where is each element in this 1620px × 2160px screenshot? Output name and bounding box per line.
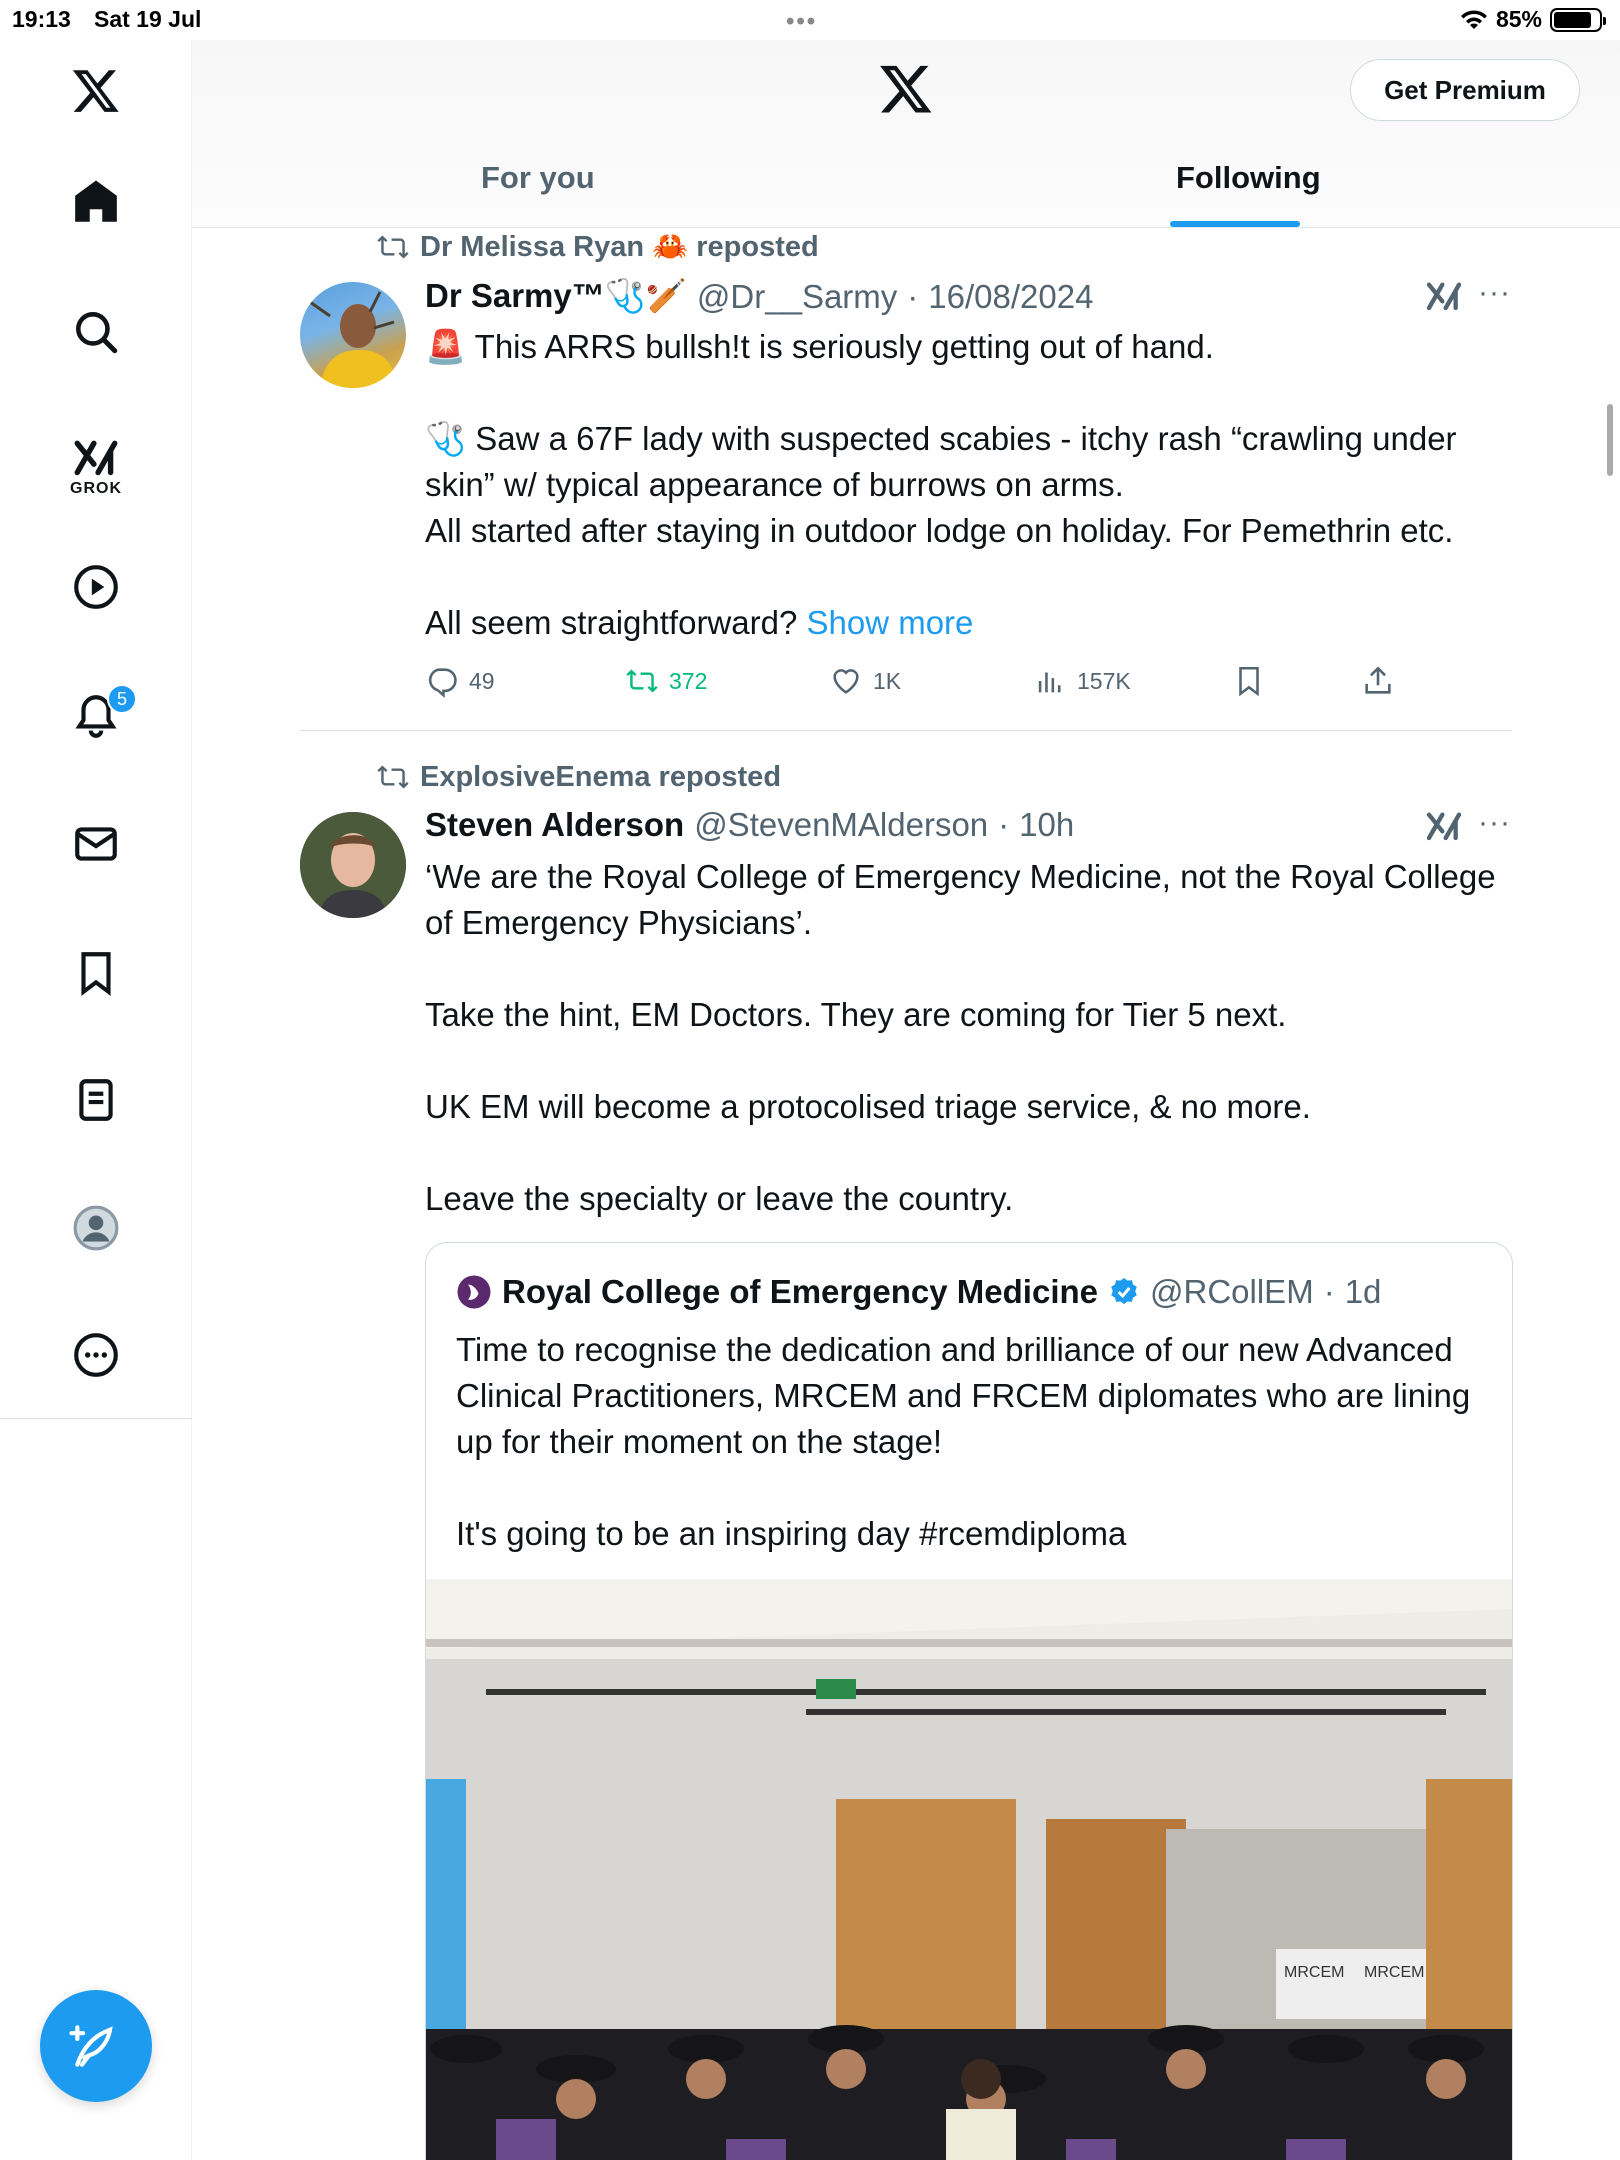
like-count: 1K	[873, 667, 902, 694]
repost-indicator[interactable]: Dr Melissa Ryan 🦀 reposted	[376, 230, 819, 264]
reply-icon	[428, 668, 457, 698]
repost-icon	[377, 765, 409, 789]
grok-icon[interactable]	[1424, 278, 1464, 318]
notification-badge: 5	[107, 684, 137, 714]
status-date: Sat 19 Jul	[94, 6, 202, 32]
compose-post-button[interactable]	[40, 1990, 152, 2102]
post-date[interactable]: 10h	[1019, 806, 1074, 844]
repost-text: ExplosiveEnema reposted	[420, 760, 782, 793]
bookmarks-icon[interactable]	[56, 933, 136, 1013]
dot-separator: ·	[998, 806, 1010, 843]
quote-author-handle[interactable]: @RCollEM	[1150, 1273, 1314, 1311]
post-divider	[300, 730, 1512, 731]
tab-following[interactable]: Following	[1176, 160, 1321, 196]
scrollbar[interactable]	[1607, 404, 1613, 476]
verified-badge-icon	[1111, 1278, 1137, 1305]
avatar[interactable]	[300, 812, 406, 918]
author-handle[interactable]: @Dr__Sarmy	[697, 278, 897, 316]
repost-icon	[626, 669, 658, 693]
home-icon[interactable]	[56, 162, 136, 242]
messages-icon[interactable]	[56, 804, 136, 884]
tab-for-you[interactable]: For you	[481, 160, 595, 196]
top-bar: Get Premium For you Following	[192, 40, 1620, 228]
dot-separator: ·	[1323, 1273, 1335, 1310]
video-icon[interactable]	[56, 547, 136, 627]
views-icon	[1038, 672, 1061, 693]
avatar[interactable]	[300, 282, 406, 388]
bookmark-icon	[1239, 666, 1259, 697]
compose-feather-icon	[69, 2025, 113, 2067]
views-button[interactable]: 157K	[1033, 664, 1131, 698]
search-icon[interactable]	[56, 292, 136, 372]
wifi-icon	[1460, 9, 1487, 29]
views-count: 157K	[1077, 667, 1131, 694]
battery-icon	[1550, 7, 1606, 32]
lists-icon[interactable]	[56, 1060, 136, 1140]
profile-icon[interactable]	[56, 1188, 136, 1268]
post-text: ‘We are the Royal College of Emergency M…	[425, 858, 1496, 1217]
grok-label: GROK	[70, 480, 122, 497]
x-logo-icon[interactable]	[878, 60, 934, 116]
like-button[interactable]: 1K	[829, 664, 901, 698]
bookmark-button[interactable]	[1232, 664, 1266, 698]
repost-count: 372	[669, 667, 708, 694]
share-icon	[1365, 666, 1391, 694]
get-premium-button[interactable]: Get Premium	[1350, 59, 1580, 121]
quote-date: 1d	[1344, 1273, 1382, 1310]
active-tab-indicator	[1170, 221, 1300, 227]
sidebar: GROK 5	[0, 40, 192, 1420]
multitasking-dots[interactable]: •••	[786, 8, 817, 36]
x-logo-icon[interactable]	[56, 50, 136, 130]
author-name[interactable]: Dr Sarmy™🩺🏏	[425, 277, 687, 316]
quote-header: Royal College of Emergency Medicine @RCo…	[456, 1273, 1381, 1311]
more-options-icon[interactable]	[56, 1315, 136, 1395]
reply-button[interactable]: 49	[425, 664, 495, 698]
status-time: 19:13	[12, 6, 71, 32]
show-more-link[interactable]: Show more	[806, 604, 973, 641]
heart-icon	[833, 669, 859, 694]
reply-count: 49	[469, 667, 495, 694]
author-handle[interactable]: @StevenMAlderson	[694, 806, 988, 844]
quoted-post[interactable]: Royal College of Emergency Medicine @RCo…	[425, 1242, 1513, 2160]
author-name[interactable]: Steven Alderson	[425, 806, 684, 844]
post-header: Steven Alderson @StevenMAlderson · 10h	[425, 806, 1074, 844]
repost-indicator[interactable]: ExplosiveEnema reposted	[376, 760, 781, 794]
quote-author-name[interactable]: Royal College of Emergency Medicine	[502, 1273, 1098, 1311]
repost-button[interactable]: 372	[625, 664, 707, 698]
status-bar: 19:13 Sat 19 Jul ••• 85%	[0, 0, 1620, 40]
image-sign-text: MRCEM	[1284, 1964, 1344, 1981]
image-sign-text: MRCEM	[1364, 1964, 1424, 1981]
rcem-logo-icon	[457, 1275, 491, 1309]
repost-text: Dr Melissa Ryan 🦀 reposted	[420, 231, 819, 263]
graduation-photo[interactable]: MRCEM MRCEM	[426, 1579, 1513, 2160]
post-body: 🚨 This ARRS bullsh!t is seriously gettin…	[425, 324, 1515, 646]
sidebar-divider	[0, 1418, 192, 1419]
post-actions: 49 372 1K 157K	[425, 664, 1515, 702]
quote-text: Time to recognise the dedication and bri…	[456, 1331, 1471, 1552]
more-icon[interactable]: ···	[1478, 276, 1511, 310]
dot-separator: ·	[907, 277, 919, 315]
share-button[interactable]	[1361, 664, 1395, 698]
grok-icon[interactable]	[1424, 808, 1464, 848]
more-icon[interactable]: ···	[1478, 806, 1511, 840]
battery-percent: 85%	[1495, 6, 1542, 32]
post-text: 🚨 This ARRS bullsh!t is seriously gettin…	[425, 328, 1457, 641]
repost-icon	[377, 235, 409, 259]
post-date[interactable]: 16/08/2024	[928, 278, 1093, 316]
post-header: Dr Sarmy™🩺🏏 @Dr__Sarmy · 16/08/2024	[425, 277, 1093, 316]
